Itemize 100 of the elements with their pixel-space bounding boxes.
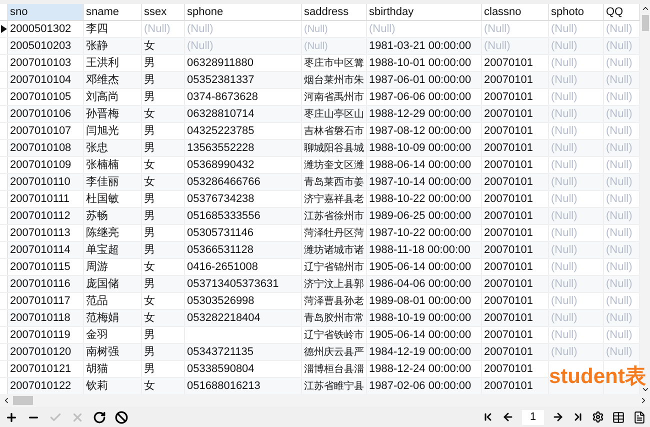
table-row[interactable]: 2007010116 庞国储 男 053713405373631 济宁汶上县郭 1986-04-06 00:00:00 20070101 (Null) (Null)	[0, 276, 640, 293]
table-cell-text: (Null)	[606, 174, 632, 190]
table-cell-text: 0374-8673628	[187, 90, 258, 105]
table-cell-text: 女	[144, 174, 155, 190]
column-header[interactable]: saddress	[302, 4, 367, 20]
table-row[interactable]: 2000501302 李四 (Null) (Null) (Null) (Null) (Null) (Null) (Null)	[0, 21, 640, 38]
table-cell-text: 女	[144, 260, 155, 275]
table-cell-text: 05338590804	[187, 362, 254, 377]
table-cell-text: 男	[144, 344, 155, 360]
table-cell-text: (Null)	[144, 22, 170, 37]
column-header[interactable]: sphone	[185, 4, 302, 20]
table-row[interactable]: 2007010120 南树强 男 05343721135 德州庆云县严 1984-12-19 00:00:00 20070101 (Null) (Null)	[0, 344, 640, 361]
table-row[interactable]: 2007010109 张楠楠 女 05368990432 潍坊奎文区潍 1988-06-14 00:00:00 20070101 (Null) (Null)	[0, 157, 640, 174]
table-cell-text: 2007010103	[10, 56, 72, 71]
table-cell-text: 20070101	[484, 124, 533, 139]
column-header[interactable]: classno	[482, 4, 549, 20]
column-header[interactable]: sname	[84, 4, 142, 20]
table-cell-text: (Null)	[551, 344, 578, 360]
table-cell-text: 苏畅	[86, 208, 108, 224]
table-cell-text: (Null)	[551, 192, 578, 207]
row-header[interactable]	[0, 21, 8, 37]
column-header[interactable]: sphoto	[549, 4, 604, 20]
table-cell-text: 菏泽曹县孙老	[304, 294, 364, 308]
next-page-icon[interactable]	[552, 411, 564, 423]
table-row[interactable]: 2007010108 张忠 男 13563552228 聊城阳谷县城 1988-10-09 00:00:00 20070101 (Null) (Null)	[0, 140, 640, 157]
scroll-up-icon[interactable]	[640, 4, 650, 13]
table-cell-text: 1988-06-14 00:00:00	[369, 158, 472, 173]
refresh-icon	[92, 410, 106, 424]
table-cell-text: 女	[144, 158, 155, 173]
table-row[interactable]: 2007010112 苏畅 男 051685333556 江苏省徐州市 1989-06-25 00:00:00 20070101 (Null) (Null)	[0, 208, 640, 225]
column-header[interactable]: sbirthday	[367, 4, 482, 20]
table-cell-text: (Null)	[606, 294, 632, 309]
scrollbar-thumb[interactable]	[642, 15, 648, 31]
table-cell-text: 20070101	[484, 106, 533, 122]
table-cell-text: 20070101	[484, 140, 533, 156]
table-cell-text: 女	[144, 38, 155, 54]
table-cell-text: 1988-10-19 00:00:00	[369, 310, 472, 326]
table-cell-text: 王洪利	[86, 56, 119, 71]
table-cell-text: (Null)	[606, 90, 632, 105]
table-row[interactable]: 2007010104 邓维杰 男 05352381337 烟台莱州市朱 1987-06-01 00:00:00 20070101 (Null) (Null)	[0, 72, 640, 89]
previous-page-icon[interactable]	[502, 411, 514, 423]
settings-icon[interactable]	[592, 411, 604, 423]
scroll-left-icon[interactable]	[2, 396, 11, 405]
stop-icon	[114, 410, 128, 424]
table-cell-text: 051685333556	[187, 208, 260, 224]
form-view-icon[interactable]	[633, 410, 646, 424]
scroll-right-icon[interactable]	[639, 396, 648, 405]
table-row[interactable]: 2007010118 范梅娟 女 053282218404 青岛胶州市常 1988-10-19 00:00:00 20070101 (Null) (Null)	[0, 310, 640, 327]
table-cell-text: 2000501302	[10, 22, 72, 37]
table-row[interactable]: 2007010114 单宝超 男 05366531128 潍坊诸城市诸 1988-11-18 00:00:00 20070101 (Null) (Null)	[0, 242, 640, 259]
plus-button[interactable]	[4, 410, 18, 424]
table-cell-text: (Null)	[606, 226, 632, 241]
table-cell-text: 德州庆云县严	[304, 346, 364, 360]
horizontal-scrollbar[interactable]	[0, 394, 650, 407]
table-cell-text: 1905-06-14 00:00:00	[369, 260, 472, 275]
table-cell-text: 053286466766	[187, 174, 260, 190]
scroll-down-icon[interactable]	[640, 385, 650, 394]
table-cell-text: (Null)	[606, 22, 632, 37]
last-page-icon[interactable]	[572, 411, 584, 423]
table-cell-text: 20070101	[484, 344, 533, 360]
table-row[interactable]: 2007010106 孙晋梅 女 06328810714 枣庄山亭区山 1988-12-29 00:00:00 20070101 (Null) (Null)	[0, 106, 640, 123]
grid-view-icon[interactable]	[612, 410, 625, 424]
table-cell-text: 1981-03-21 00:00:00	[369, 38, 472, 54]
table-row[interactable]: 2007010113 陈继亮 男 05305731146 菏泽牡丹区菏 1987-10-22 00:00:00 20070101 (Null) (Null)	[0, 225, 640, 242]
table-cell-text: 女	[144, 310, 155, 326]
table-cell-text: 男	[144, 362, 155, 377]
table-cell-text: 053282218404	[187, 310, 260, 326]
table-row[interactable]: 2005010203 张静 女 (Null) (Null) 1981-03-21 00:00:00 (Null) (Null) (Null)	[0, 38, 640, 55]
column-header[interactable]: QQ	[604, 4, 640, 20]
table-cell-text: (Null)	[187, 38, 214, 54]
table-row[interactable]: 2007010115 周游 女 0416-2651008 辽宁省锦州市 1905-06-14 00:00:00 20070101 (Null) (Null)	[0, 259, 640, 276]
table-row[interactable]: 2007010110 李佳丽 女 053286466766 青岛莱西市姜 1987-10-14 00:00:00 20070101 (Null) (Null)	[0, 174, 640, 191]
table-row[interactable]: 2007010111 杜国敏 男 05376734238 济宁嘉祥县老 1988-10-22 00:00:00 20070101 (Null) (Null)	[0, 191, 640, 208]
table-cell-text: (Null)	[606, 344, 632, 360]
refresh-button[interactable]	[92, 410, 106, 424]
table-cell-text: 江苏省徐州市	[304, 210, 364, 224]
table-cell-text: 1988-12-29 00:00:00	[369, 106, 472, 122]
table-cell-text: 05303526998	[187, 294, 254, 309]
table-row[interactable]: 2007010103 王洪利 男 06328911880 枣庄市中区篝 1988-10-01 00:00:00 20070101 (Null) (Null)	[0, 55, 640, 72]
table-row[interactable]: 2007010105 刘高尚 男 0374-8673628 河南省禹州市 1987-06-06 00:00:00 20070101 (Null) (Null)	[0, 89, 640, 106]
table-cell-text: 青岛胶州市常	[304, 312, 364, 326]
table-cell-text: 男	[144, 124, 155, 139]
column-header[interactable]: ssex	[142, 4, 185, 20]
table-row[interactable]: 2007010119 金羽 男 辽宁省铁岭市 1905-06-14 00:00:00 20070101 (Null) (Null)	[0, 327, 640, 344]
column-header[interactable]: sno	[8, 4, 84, 20]
scrollbar-thumb[interactable]	[13, 396, 33, 405]
first-page-icon[interactable]	[482, 411, 494, 423]
table-cell-text: 2007010121	[10, 362, 72, 377]
table-cell-text: 2007010109	[10, 158, 72, 173]
stop-button[interactable]	[114, 410, 128, 424]
table-cell-text: 1988-10-01 00:00:00	[369, 56, 472, 71]
page-field[interactable]: 1	[522, 410, 544, 424]
table-row[interactable]: 2007010117 范品 女 05303526998 菏泽曹县孙老 1989-08-01 00:00:00 20070101 (Null) (Null)	[0, 293, 640, 310]
table-row[interactable]: 2007010107 闫旭光 男 04325223785 吉林省磐石市 1987-08-12 00:00:00 20070101 (Null) (Null)	[0, 123, 640, 140]
table-cell-text: 邓维杰	[86, 72, 119, 88]
table-cell-text: (Null)	[187, 22, 214, 37]
table-cell-text: (Null)	[551, 72, 578, 88]
table-cell-text: 男	[144, 72, 155, 88]
table-cell-text: 男	[144, 226, 155, 241]
table-cell-text: 1984-12-19 00:00:00	[369, 344, 472, 360]
